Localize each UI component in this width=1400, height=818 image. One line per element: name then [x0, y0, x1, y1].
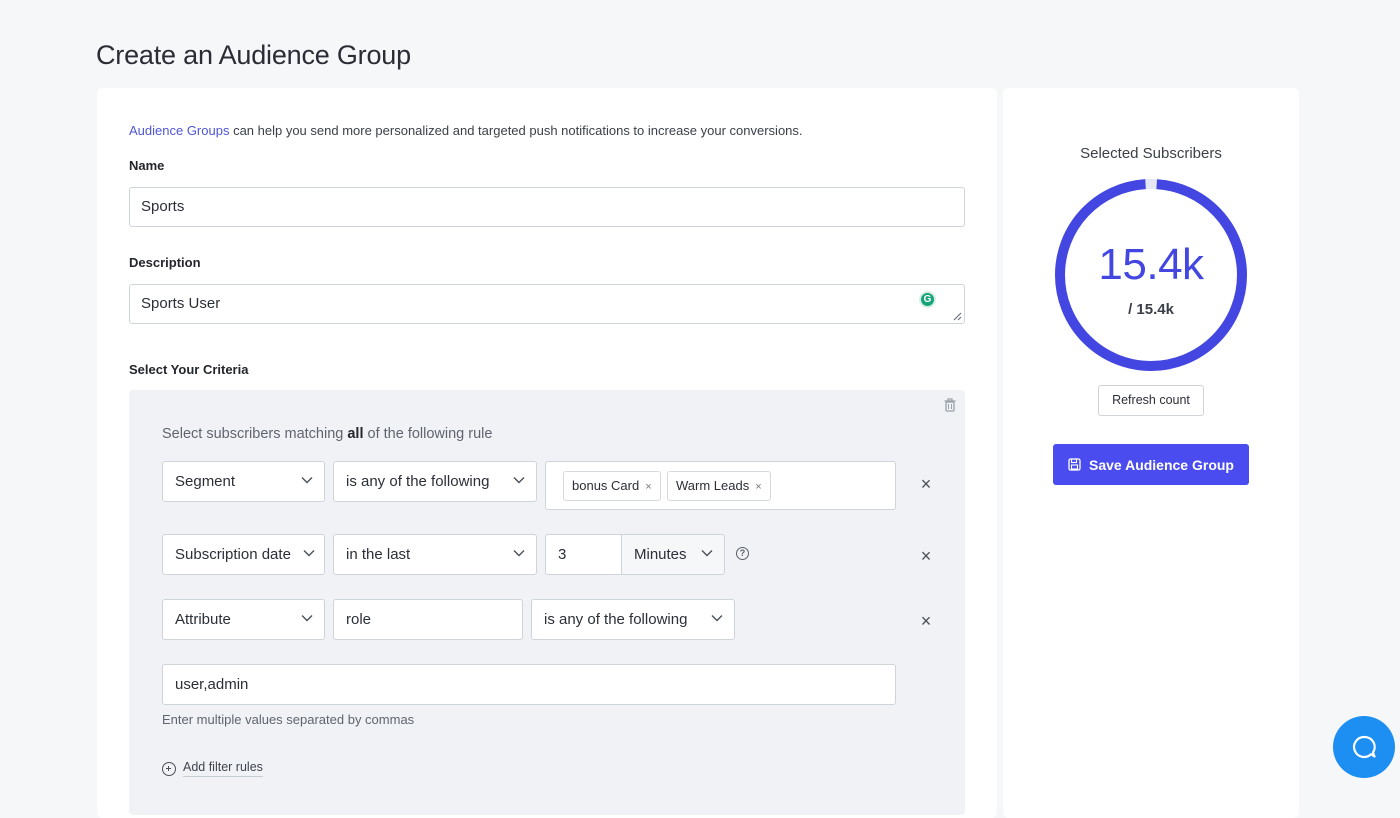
chevron-down-icon	[303, 550, 315, 557]
rule3-values-input[interactable]: user,admin	[162, 664, 896, 705]
intro-text: Audience Groups can help you send more p…	[129, 123, 803, 138]
tag-remove-icon[interactable]: ×	[755, 481, 761, 493]
rule-description: Select subscribers matching all of the f…	[162, 426, 493, 442]
chevron-down-icon	[513, 477, 525, 484]
add-filter-rules-button[interactable]: Add filter rules	[162, 760, 263, 777]
summary-card: Selected Subscribers 15.4k / 15.4k Refre…	[1003, 88, 1299, 818]
save-audience-group-button[interactable]: Save Audience Group	[1053, 444, 1249, 485]
rule2-operator-select[interactable]: in the last	[333, 534, 537, 575]
intro-description: can help you send more personalized and …	[229, 123, 803, 138]
rule3-operator-select[interactable]: is any of the following	[531, 599, 735, 640]
chevron-down-icon	[701, 550, 713, 557]
rule2-field-select[interactable]: Subscription date	[162, 534, 325, 575]
help-icon[interactable]: ?	[736, 547, 749, 560]
chevron-down-icon	[513, 550, 525, 557]
page-title: Create an Audience Group	[96, 40, 411, 70]
chevron-down-icon	[301, 477, 313, 484]
rule2-remove-icon[interactable]: ×	[919, 547, 933, 565]
refresh-count-button[interactable]: Refresh count	[1098, 385, 1204, 416]
rule1-operator-select[interactable]: is any of the following	[333, 461, 537, 502]
description-textarea[interactable]: Sports User G	[129, 284, 965, 324]
plus-circle-icon	[162, 761, 176, 776]
audience-form-card: Audience Groups can help you send more p…	[97, 88, 997, 818]
trash-icon[interactable]	[943, 398, 957, 412]
segment-tag-input[interactable]: bonus Card × Warm Leads ×	[545, 461, 896, 510]
grammarly-icon[interactable]: G	[919, 291, 936, 308]
rule2-amount-input[interactable]: 3	[545, 534, 623, 575]
audience-groups-link[interactable]: Audience Groups	[129, 123, 229, 138]
rule1-remove-icon[interactable]: ×	[919, 475, 933, 493]
chat-bubble-icon	[1352, 735, 1376, 759]
chat-support-button[interactable]	[1333, 716, 1395, 778]
resize-handle-icon[interactable]	[952, 311, 962, 321]
selected-subscribers-title: Selected Subscribers	[1080, 145, 1222, 162]
subscriber-total: / 15.4k	[1128, 301, 1174, 318]
rule2-unit-select[interactable]: Minutes	[621, 534, 725, 575]
criteria-label: Select Your Criteria	[129, 362, 249, 377]
chevron-down-icon	[301, 615, 313, 622]
subscriber-count: 15.4k	[1098, 240, 1204, 289]
chevron-down-icon	[711, 615, 723, 622]
rule3-attribute-input[interactable]: role	[333, 599, 523, 640]
tag-remove-icon[interactable]: ×	[645, 481, 651, 493]
segment-tag: Warm Leads ×	[667, 471, 771, 501]
name-label: Name	[129, 158, 165, 173]
description-value: Sports User	[141, 295, 221, 312]
save-icon	[1068, 458, 1081, 471]
rule3-field-select[interactable]: Attribute	[162, 599, 325, 640]
segment-tag: bonus Card ×	[563, 471, 661, 501]
name-input[interactable]: Sports	[129, 187, 965, 227]
rule3-remove-icon[interactable]: ×	[919, 612, 933, 630]
criteria-group: Select subscribers matching all of the f…	[129, 390, 965, 815]
description-label: Description	[129, 255, 201, 270]
rule1-field-select[interactable]: Segment	[162, 461, 325, 502]
values-hint: Enter multiple values separated by comma…	[162, 712, 415, 727]
